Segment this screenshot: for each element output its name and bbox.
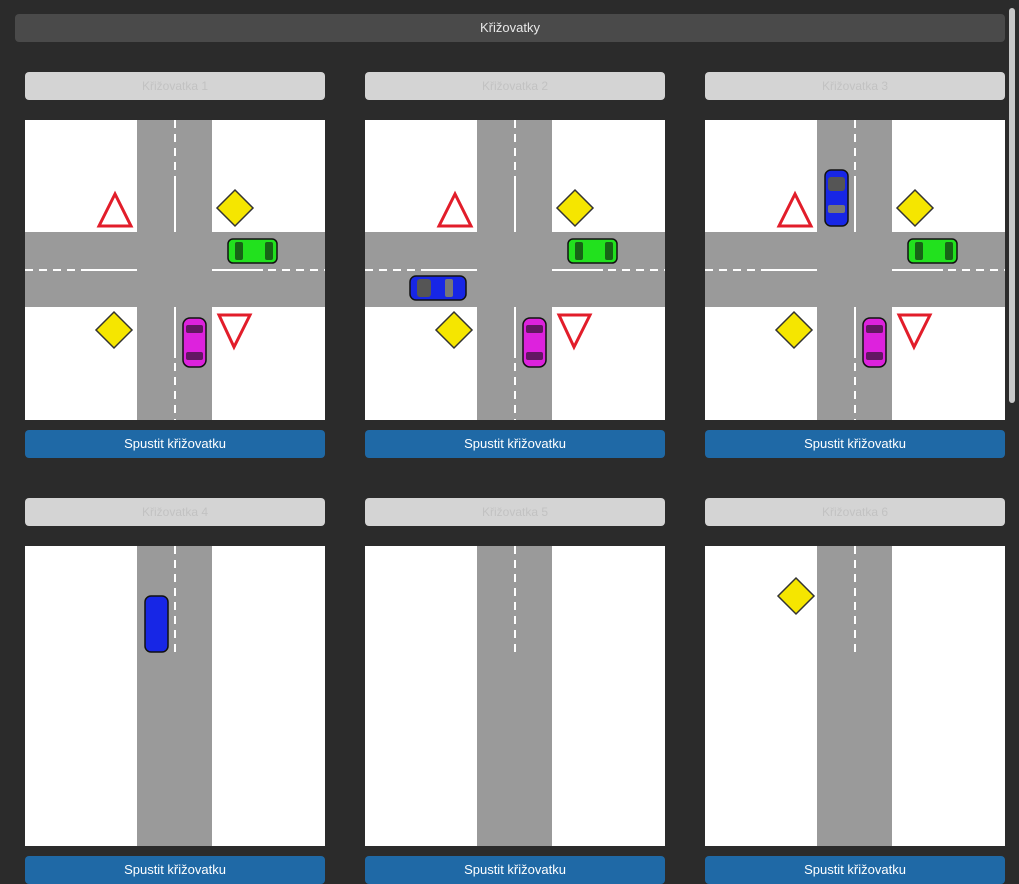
run-intersection-button[interactable]: Spustit křižovatku: [365, 430, 665, 458]
intersection-title: Křižovatka 4: [25, 498, 325, 526]
intersection-card-2: Křižovatka 2 Spustit křižovatku: [365, 72, 665, 458]
blue-car-icon: [144, 595, 169, 653]
intersection-scene: [25, 120, 325, 420]
main-road-sign-icon: [776, 576, 816, 616]
intersection-card-3: Křižovatka 3 Spustit křižovatku: [705, 72, 1005, 458]
run-intersection-button[interactable]: Spustit křižovatku: [25, 430, 325, 458]
magenta-car-icon: [862, 317, 887, 368]
blue-car-icon: [824, 169, 849, 227]
give-way-sign-icon: [896, 313, 933, 351]
main-road-sign-icon: [774, 310, 814, 350]
magenta-car-icon: [182, 317, 207, 368]
green-car-icon: [907, 238, 958, 264]
intersection-title: Křižovatka 1: [25, 72, 325, 100]
give-way-sign-icon: [776, 190, 814, 228]
run-intersection-button[interactable]: Spustit křižovatku: [25, 856, 325, 884]
intersection-title: Křižovatka 6: [705, 498, 1005, 526]
intersection-card-4: Křižovatka 4 Spustit křižovatku: [25, 498, 325, 884]
green-car-icon: [567, 238, 618, 264]
give-way-sign-icon: [216, 313, 253, 351]
magenta-car-icon: [522, 317, 547, 368]
green-car-icon: [227, 238, 278, 264]
intersection-scene: [365, 546, 665, 846]
intersection-card-6: Křižovatka 6 Spustit křižovatku: [705, 498, 1005, 884]
run-intersection-button[interactable]: Spustit křižovatku: [705, 430, 1005, 458]
blue-car-icon: [409, 275, 467, 301]
run-intersection-button[interactable]: Spustit křižovatku: [705, 856, 1005, 884]
intersection-scene: [705, 546, 1005, 846]
intersection-card-5: Křižovatka 5 Spustit křižovatku: [365, 498, 665, 884]
scrollbar-thumb[interactable]: [1009, 8, 1015, 403]
main-road-sign-icon: [215, 188, 255, 228]
intersection-title: Křižovatka 3: [705, 72, 1005, 100]
intersection-scene: [365, 120, 665, 420]
main-road-sign-icon: [434, 310, 474, 350]
main-road-sign-icon: [555, 188, 595, 228]
main-road-sign-icon: [94, 310, 134, 350]
page-title: Křižovatky: [480, 20, 540, 35]
run-intersection-button[interactable]: Spustit křižovatku: [365, 856, 665, 884]
give-way-sign-icon: [436, 190, 474, 228]
intersection-card-1: Křižovatka 1 Spustit křižovatku: [25, 72, 325, 458]
give-way-sign-icon: [556, 313, 593, 351]
scrollbar[interactable]: [1007, 0, 1019, 603]
intersection-scene: [705, 120, 1005, 420]
intersection-title: Křižovatka 5: [365, 498, 665, 526]
give-way-sign-icon: [96, 190, 134, 228]
intersection-title: Křižovatka 2: [365, 72, 665, 100]
main-road-sign-icon: [895, 188, 935, 228]
intersection-scene: [25, 546, 325, 846]
page-title-bar: Křižovatky: [15, 14, 1005, 42]
